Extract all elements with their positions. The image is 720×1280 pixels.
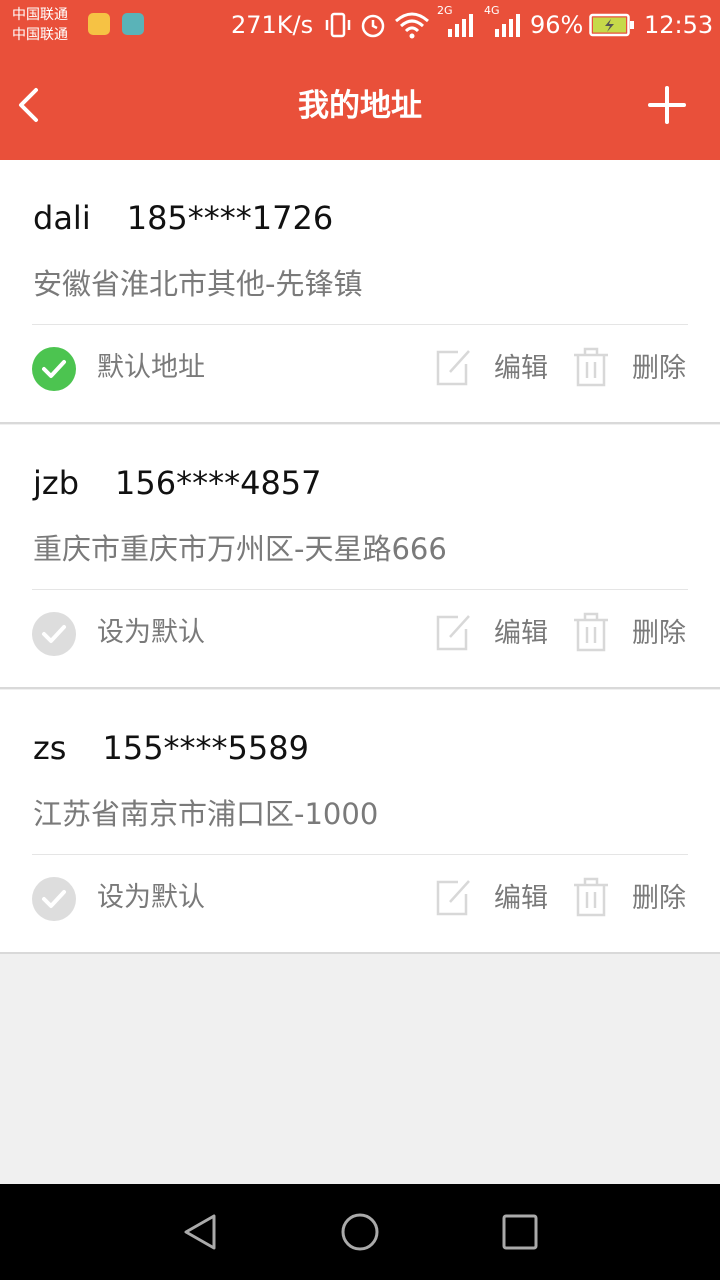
edit-label: 编辑 [494,618,548,649]
delete-button[interactable]: 删除 [572,874,696,924]
divider [32,589,688,590]
battery-charging-icon [589,13,634,37]
battery-percent: 96% [530,11,584,39]
address-card: dali 185****1726 安徽省淮北市其他-先锋镇 默认地址 编辑 删除 [0,160,720,424]
divider [32,854,688,855]
edit-icon [436,615,470,651]
carrier-info: 中国联通 中国联通 [12,5,68,45]
wifi-icon [395,12,429,39]
alarm-icon [361,14,385,38]
trash-icon [574,612,608,652]
contact-name: jzb [33,464,79,502]
vibrate-icon [325,12,351,38]
system-nav-bar [0,1184,720,1280]
default-label: 设为默认 [97,617,205,648]
delete-label: 删除 [632,353,686,384]
address-card: zs 155****5589 江苏省南京市浦口区-1000 设为默认 编辑 删除 [0,690,720,954]
edit-button[interactable]: 编辑 [434,874,558,924]
check-circle-icon [32,612,76,656]
address-text: 江苏省南京市浦口区-1000 [33,797,379,831]
delete-label: 删除 [632,618,686,649]
edit-icon [436,350,470,386]
contact-line: zs 155****5589 [33,726,309,770]
default-label: 设为默认 [97,882,205,913]
home-circle-icon [341,1213,379,1251]
delete-button[interactable]: 删除 [572,609,696,659]
net-speed: 271K/s [231,11,314,39]
default-label: 默认地址 [97,352,205,383]
carrier-2: 中国联通 [12,27,68,43]
back-triangle-icon [184,1214,216,1250]
contact-phone: 155****5589 [102,729,309,767]
carrier-1: 中国联通 [12,7,68,23]
page-title: 我的地址 [298,88,422,124]
nav-home-button[interactable] [340,1212,380,1252]
nav-back-button[interactable] [180,1212,220,1252]
plus-icon [648,86,686,124]
header: 我的地址 [0,50,720,160]
android-icon [122,13,144,35]
divider [32,324,688,325]
contact-phone: 185****1726 [126,199,334,237]
contact-line: dali 185****1726 [33,196,333,240]
set-default-toggle[interactable]: 设为默认 [32,876,252,922]
delete-button[interactable]: 删除 [572,344,696,394]
address-card: jzb 156****4857 重庆市重庆市万州区-天星路666 设为默认 编辑 … [0,425,720,689]
status-bar: 中国联通 中国联通 271K/s 2G 4G 96% 12:53 [0,0,720,50]
app-icon [88,13,110,35]
address-text: 安徽省淮北市其他-先锋镇 [33,267,363,301]
contact-phone: 156****4857 [115,464,322,502]
signal-icon [448,14,473,37]
trash-icon [574,877,608,917]
check-circle-icon [32,347,76,391]
recents-square-icon [502,1214,538,1250]
edit-label: 编辑 [494,353,548,384]
contact-name: dali [33,199,91,237]
add-address-button[interactable] [646,84,688,126]
trash-icon [574,347,608,387]
nav-recents-button[interactable] [500,1212,540,1252]
check-circle-icon [32,877,76,921]
set-default-toggle[interactable]: 设为默认 [32,611,252,657]
signal-icon [495,14,520,37]
address-text: 重庆市重庆市万州区-天星路666 [33,532,447,566]
edit-button[interactable]: 编辑 [434,609,558,659]
edit-button[interactable]: 编辑 [434,344,558,394]
contact-name: zs [33,729,67,767]
edit-icon [436,880,470,916]
edit-label: 编辑 [494,883,548,914]
contact-line: jzb 156****4857 [33,461,322,505]
clock: 12:53 [644,11,714,39]
default-address-toggle[interactable]: 默认地址 [32,346,252,392]
delete-label: 删除 [632,883,686,914]
